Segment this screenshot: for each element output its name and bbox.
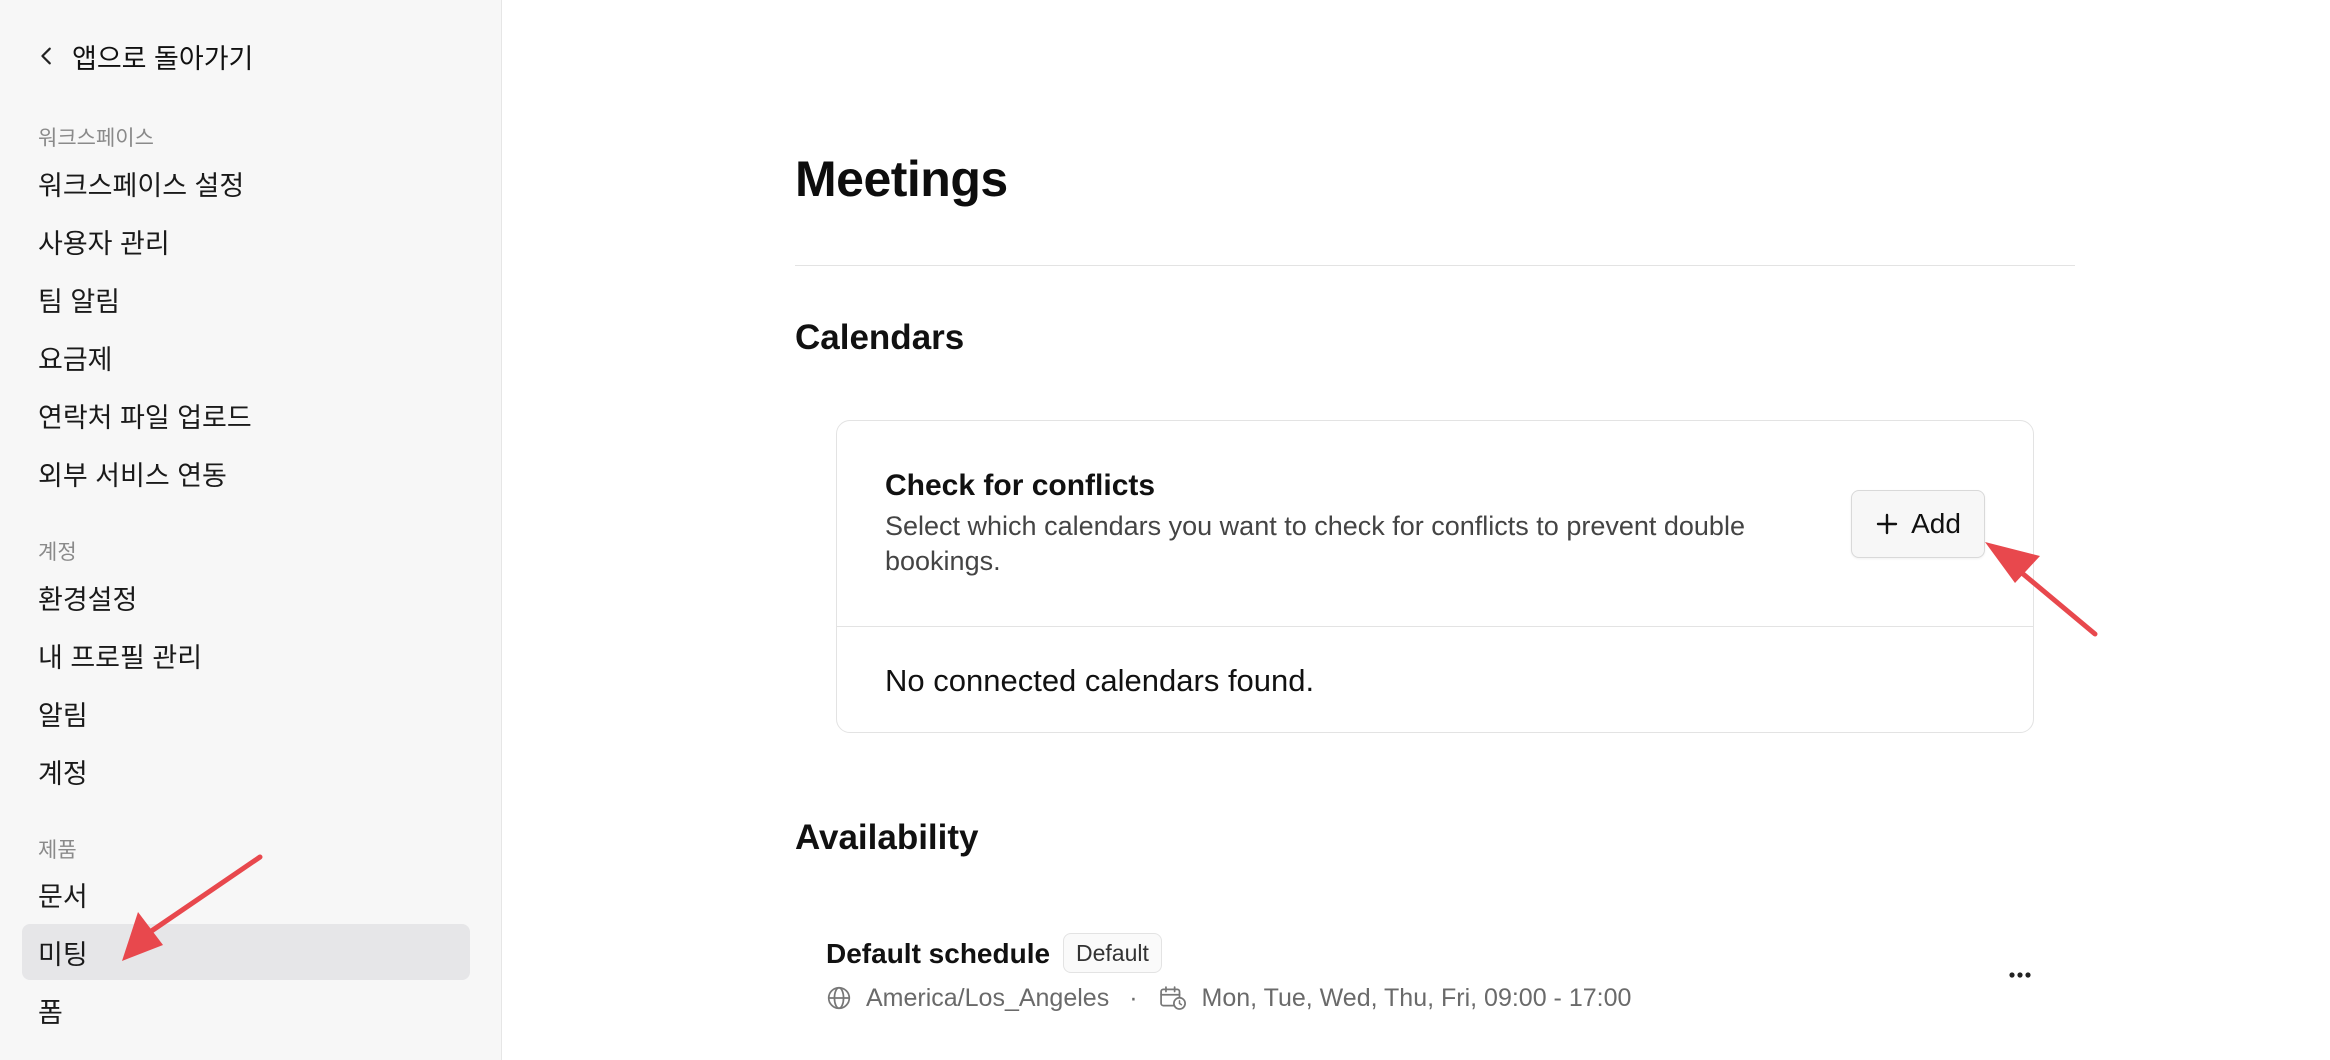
sidebar-item-preferences[interactable]: 환경설정 <box>22 569 470 625</box>
page-title: Meetings <box>795 151 1008 207</box>
section-label-account: 계정 <box>38 541 77 564</box>
plus-icon <box>1876 513 1898 535</box>
sidebar-item-account[interactable]: 계정 <box>22 743 470 799</box>
section-label-products: 제품 <box>38 839 77 862</box>
sidebar-item-forms[interactable]: 폼 <box>22 982 470 1038</box>
conflicts-card-header: Check for conflicts Select which calenda… <box>885 469 1815 579</box>
sidebar-item-meetings[interactable]: 미팅 <box>22 924 470 980</box>
back-to-app-link[interactable]: 앱으로 돌아가기 <box>36 36 253 76</box>
title-divider <box>795 265 2075 266</box>
calendar-clock-icon <box>1159 986 1186 1010</box>
sidebar: 앱으로 돌아가기 워크스페이스 워크스페이스 설정 사용자 관리 팀 알림 요금… <box>0 0 502 1060</box>
availability-heading: Availability <box>795 818 979 857</box>
schedule-more-button[interactable] <box>2000 955 2040 995</box>
calendars-heading: Calendars <box>795 318 965 357</box>
section-label-workspace: 워크스페이스 <box>38 127 154 150</box>
sidebar-item-team-notifications[interactable]: 팀 알림 <box>22 271 470 327</box>
empty-calendars-message: No connected calendars found. <box>885 663 1315 698</box>
conflicts-card: Check for conflicts Select which calenda… <box>836 420 2034 733</box>
app-window: 앱으로 돌아가기 워크스페이스 워크스페이스 설정 사용자 관리 팀 알림 요금… <box>0 0 2330 1060</box>
chevron-left-icon <box>41 47 51 65</box>
timezone-text: America/Los_Angeles <box>866 983 1110 1012</box>
default-badge: Default <box>1063 933 1162 973</box>
globe-icon <box>827 986 851 1010</box>
sidebar-item-notifications[interactable]: 알림 <box>22 685 470 741</box>
card-divider <box>837 626 2033 627</box>
sidebar-item-contact-upload[interactable]: 연락처 파일 업로드 <box>22 387 470 443</box>
more-horizontal-icon <box>2009 972 2031 978</box>
schedule-name[interactable]: Default schedule <box>826 938 1050 970</box>
back-to-app-label: 앱으로 돌아가기 <box>72 43 254 74</box>
meta-separator: · <box>1129 983 1138 1012</box>
add-calendar-button[interactable]: Add <box>1851 490 1985 558</box>
sidebar-item-documents[interactable]: 문서 <box>22 866 470 922</box>
conflicts-card-title: Check for conflicts <box>885 469 1156 502</box>
add-calendar-label: Add <box>1911 508 1961 539</box>
sidebar-item-pricing-plan[interactable]: 요금제 <box>22 329 470 385</box>
conflicts-card-description: Select which calendars you want to check… <box>885 511 1745 576</box>
sidebar-item-profile[interactable]: 내 프로필 관리 <box>22 627 470 683</box>
schedule-meta: America/Los_Angeles · Mon, Tue, Wed, Thu… <box>826 983 1631 1013</box>
sidebar-item-workspace-settings[interactable]: 워크스페이스 설정 <box>22 155 470 211</box>
sidebar-item-integrations[interactable]: 외부 서비스 연동 <box>22 445 470 501</box>
sidebar-item-user-management[interactable]: 사용자 관리 <box>22 213 470 269</box>
working-hours-text: Mon, Tue, Wed, Thu, Fri, 09:00 - 17:00 <box>1201 983 1632 1012</box>
